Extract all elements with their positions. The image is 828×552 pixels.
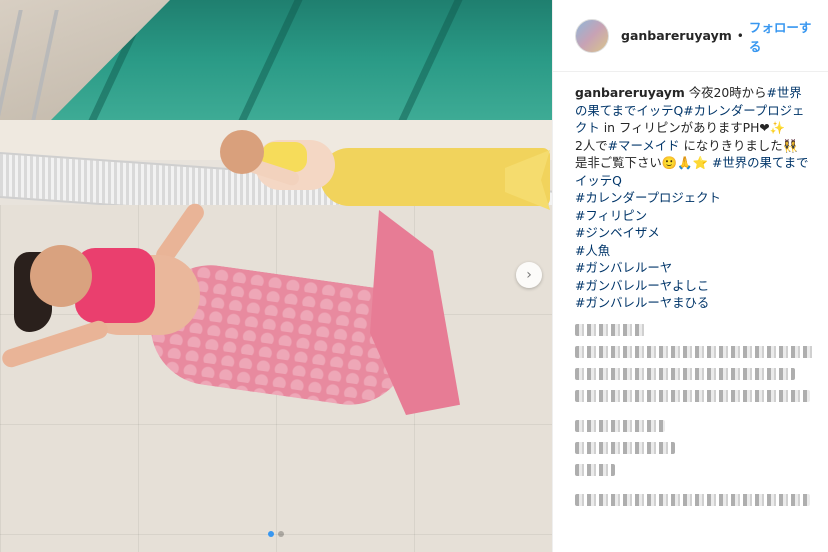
post-caption: ganbareruyaym 今夜20時から#世界の果てまでイッテQ#カレンダープ… — [553, 72, 828, 312]
carousel-dot-2 — [278, 531, 284, 537]
username-link[interactable]: ganbareruyaym — [621, 28, 732, 43]
carousel-indicator — [0, 531, 552, 537]
chevron-right-icon: › — [526, 267, 532, 283]
blurred-comment — [575, 323, 645, 336]
instagram-post: › ganbareruyaym • フォローする ganbareruyaym 今… — [0, 0, 828, 552]
post-photo[interactable]: › — [0, 0, 552, 552]
hashtag-link[interactable]: #人魚 — [575, 243, 610, 258]
post-side-panel: ganbareruyaym • フォローする ganbareruyaym 今夜2… — [552, 0, 828, 552]
blurred-comment — [575, 441, 675, 454]
post-header: ganbareruyaym • フォローする — [553, 0, 828, 72]
person-pink-head — [30, 245, 92, 307]
hashtag-link[interactable]: #ガンバレルーヤまひる — [575, 295, 709, 310]
caption-text: in フィリピンがありますPH❤✨ — [603, 120, 786, 135]
caption-text: 是非ご覧下さい🙂🙏⭐ — [575, 155, 709, 170]
hashtag-link[interactable]: #マーメイド — [608, 138, 680, 153]
hashtag-link[interactable]: #ジンベイザメ — [575, 225, 660, 240]
hashtag-link[interactable]: #ガンバレルーヤ — [575, 260, 672, 275]
carousel-dot-1 — [268, 531, 274, 537]
blurred-comment — [575, 463, 615, 476]
caption-text: になりきりました👯‍♀️ — [683, 137, 799, 153]
person-yellow-head — [220, 130, 264, 174]
hashtag-link[interactable]: #カレンダープロジェクト — [575, 190, 721, 205]
follow-button[interactable]: フォローする — [749, 17, 812, 55]
blurred-comment — [575, 367, 795, 380]
blurred-comment — [575, 493, 810, 506]
hashtag-link[interactable]: #ガンバレルーヤよしこ — [575, 278, 709, 293]
caption-text: 2人で — [575, 137, 608, 153]
header-separator: • — [736, 28, 744, 43]
next-photo-button[interactable]: › — [516, 262, 542, 288]
blurred-comment — [575, 419, 665, 432]
avatar[interactable] — [575, 18, 609, 53]
hashtag-link[interactable]: #フィリピン — [575, 208, 647, 223]
caption-text: 今夜20時から — [688, 85, 767, 100]
caption-username[interactable]: ganbareruyaym — [575, 85, 685, 100]
blurred-comment — [575, 389, 810, 402]
blurred-comment — [575, 345, 815, 358]
